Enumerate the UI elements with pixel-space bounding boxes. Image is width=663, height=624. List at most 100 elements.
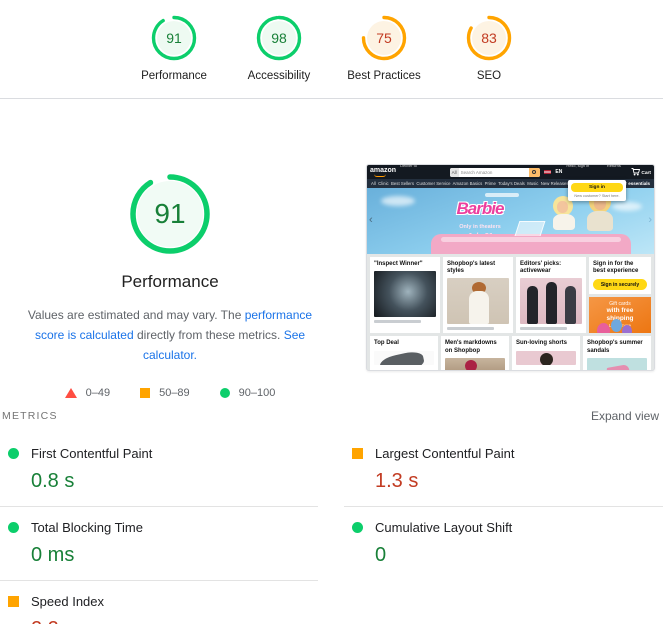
car-windshield — [514, 221, 546, 236]
card-image — [447, 278, 509, 325]
metric-fcp: First Contentful Paint 0.8 s — [0, 433, 318, 507]
metric-value: 0 ms — [31, 544, 75, 566]
carousel-prev-icon: ‹ — [369, 214, 373, 226]
card-footer-link — [374, 320, 421, 324]
metrics-heading: METRICS — [2, 410, 58, 422]
subnav-items: All Clinic Best Sellers Customer Service… — [371, 181, 593, 186]
signin-securely-button: Sign in securely — [593, 279, 647, 291]
performance-label: Performance — [141, 70, 207, 82]
card-activewear: Editors' picks: activewear — [516, 257, 586, 334]
card-image — [516, 350, 576, 365]
pass-range: 90–100 — [238, 387, 276, 400]
amazon-screenshot: amazon Deliver to Select your address Al… — [367, 165, 654, 370]
performance-score: 91 — [166, 30, 182, 46]
amazon-search-bar: All Search Amazon — [449, 167, 541, 177]
signin-dropdown-button: Sign in — [571, 183, 623, 192]
gauge-performance[interactable]: 91 Performance — [122, 14, 227, 82]
desc-text-1: Values are estimated and may vary. The — [27, 308, 245, 322]
pass-circle-icon — [8, 522, 19, 533]
metric-name: Speed Index — [31, 594, 105, 609]
gift-card-promo: Gift cards with free shipping Learn more — [589, 297, 651, 334]
figure-body — [553, 214, 575, 230]
pass-circle-icon — [352, 522, 363, 533]
pass-circle-icon — [8, 448, 19, 459]
search-category: All — [449, 167, 459, 177]
metric-speed-index: Speed Index 2.2 s — [0, 581, 318, 624]
gauge-seo[interactable]: 83 SEO — [437, 14, 542, 82]
amazon-card-grid: "Inspect Winner" Shopbop's latest styles… — [367, 254, 654, 370]
metrics-column-left: First Contentful Paint 0.8 s Total Block… — [0, 433, 318, 624]
carousel-next-icon: › — [648, 214, 652, 226]
best-practices-score: 75 — [376, 30, 392, 46]
metric-value: 0 — [375, 544, 387, 566]
card-row-2: Top Deal Men's markdowns on Shopbop Sun-… — [370, 336, 651, 370]
performance-summary: 91 Performance Values are estimated and … — [0, 100, 340, 399]
figure-body — [587, 211, 613, 231]
best-practices-label: Best Practices — [347, 70, 421, 82]
score-legend: 0–49 50–89 90–100 — [0, 387, 340, 399]
legend-fail: 0–49 — [64, 387, 111, 400]
card-summer-sandals: Shopbop's summer sandals — [583, 336, 651, 370]
signin-card-title: Sign in for the best experience — [593, 261, 639, 275]
average-square-icon — [140, 388, 151, 399]
card-image — [374, 350, 434, 365]
card-latest-styles: Shopbop's latest styles — [443, 257, 513, 334]
gift-card-line1: Gift cards — [609, 301, 631, 308]
amazon-topbar: amazon Deliver to Select your address Al… — [367, 165, 654, 186]
lighthouse-report: 91 Performance 98 Accessibility 75 Best … — [0, 0, 663, 624]
card-title: Men's markdowns on Shopbop — [445, 340, 497, 354]
seo-gauge-ring: 83 — [465, 14, 513, 62]
performance-main-gauge: 91 — [128, 172, 212, 256]
card-top-deal: Top Deal — [370, 336, 438, 370]
average-square-icon — [8, 596, 19, 607]
card-sun-shorts: Sun-loving shorts — [512, 336, 580, 370]
average-square-icon — [352, 448, 363, 459]
amazon-logo: amazon — [370, 167, 396, 177]
metric-value: 0.8 s — [31, 470, 75, 492]
card-title: Sun-loving shorts — [516, 340, 567, 347]
card-footer-link — [520, 327, 567, 331]
gauge-accessibility[interactable]: 98 Accessibility — [227, 14, 332, 82]
desc-text-2: directly from these metrics. — [133, 327, 284, 342]
pink-car — [431, 234, 631, 254]
fail-range: 0–49 — [85, 387, 111, 400]
signin-column: Sign in for the best experience Sign in … — [589, 257, 651, 334]
search-icon — [529, 167, 541, 177]
metrics-section: METRICS Expand view First Contentful Pai… — [0, 405, 663, 624]
category-gauges-bar: 91 Performance 98 Accessibility 75 Best … — [0, 0, 663, 99]
cloud-shape — [612, 202, 642, 211]
seo-label: SEO — [476, 70, 502, 82]
card-image — [587, 357, 647, 370]
card-title: Editors' picks: activewear — [520, 261, 562, 275]
expand-view-link[interactable]: Expand view — [591, 409, 659, 423]
card-title: Shopbop's latest styles — [447, 261, 496, 275]
cloud-shape — [381, 196, 415, 206]
metric-name: Cumulative Layout Shift — [375, 520, 513, 535]
card-title: "Inspect Winner" — [374, 261, 423, 267]
balloon-shape — [597, 323, 610, 334]
metric-value: 1.3 s — [375, 470, 419, 492]
card-title: Top Deal — [374, 340, 399, 347]
card-footer-link — [447, 327, 494, 331]
accessibility-score: 98 — [271, 30, 287, 46]
search-placeholder: Search Amazon — [460, 169, 493, 175]
metric-lcp: Largest Contentful Paint 1.3 s — [344, 433, 663, 507]
card-image — [374, 271, 436, 318]
amazon-smile-icon — [374, 174, 386, 177]
metric-cls: Cumulative Layout Shift 0 — [344, 507, 663, 580]
main-score: 91 — [154, 198, 186, 229]
balloon-shape — [622, 325, 632, 334]
language-selector: EN — [555, 169, 563, 175]
metric-value: 2.2 s — [31, 618, 318, 624]
gauge-best-practices[interactable]: 75 Best Practices — [332, 14, 437, 82]
average-range: 50–89 — [159, 387, 190, 400]
flag-icon — [544, 170, 552, 174]
final-screenshot-thumbnail[interactable]: amazon Deliver to Select your address Al… — [366, 164, 655, 371]
cart-icon: Cart — [631, 168, 651, 176]
accessibility-gauge-ring: 98 — [255, 14, 303, 62]
summary-description: Values are estimated and may vary. The p… — [18, 306, 322, 365]
metric-tbt: Total Blocking Time 0 ms — [0, 507, 318, 581]
figure-face — [557, 201, 568, 213]
signin-card: Sign in for the best experience Sign in … — [589, 257, 651, 295]
metrics-column-right: Largest Contentful Paint 1.3 s Cumulativ… — [344, 433, 663, 624]
